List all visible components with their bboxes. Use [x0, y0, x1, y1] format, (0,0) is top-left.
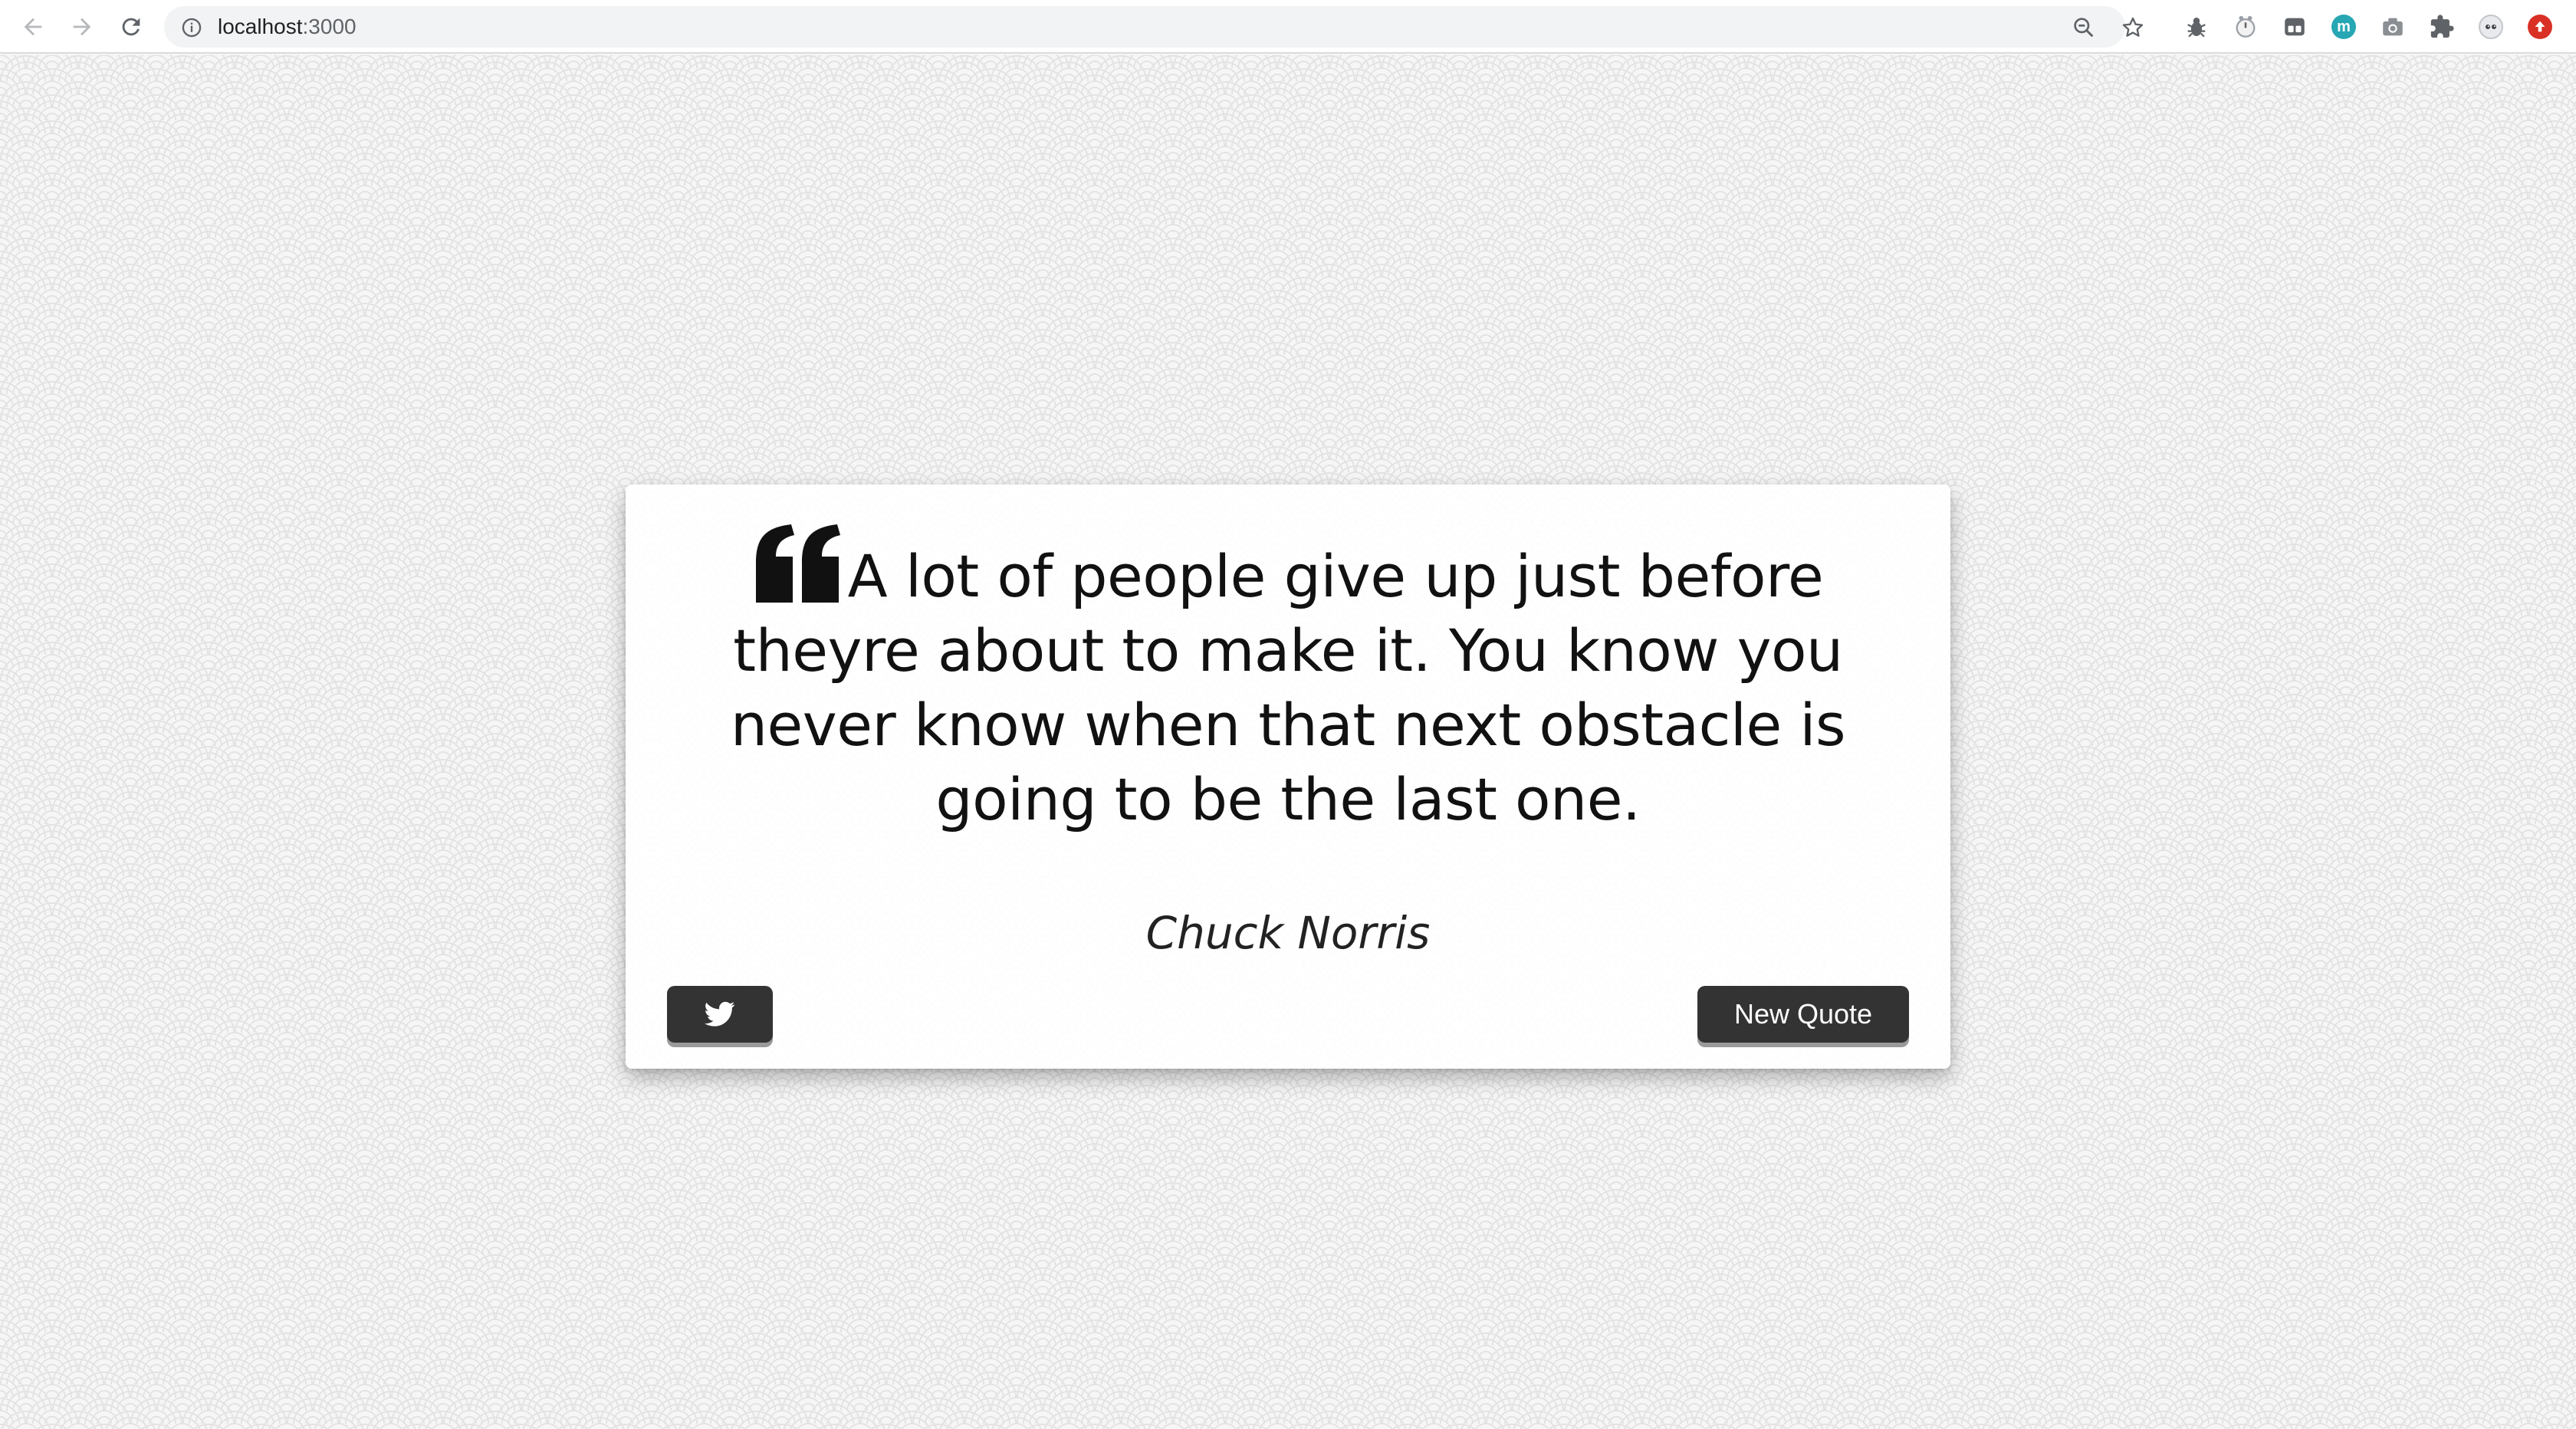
extensions-menu[interactable] [2426, 11, 2458, 43]
info-icon[interactable] [181, 17, 202, 38]
forward-button[interactable] [63, 8, 101, 46]
page-background: A lot of people give up just before they… [0, 55, 2576, 1429]
m-badge-icon: m [2331, 15, 2356, 39]
profile-button[interactable] [2475, 11, 2507, 43]
url-host: localhost [218, 15, 303, 38]
extension-m[interactable]: m [2328, 11, 2360, 43]
extension-timer[interactable] [2229, 11, 2262, 43]
reload-button[interactable] [112, 8, 150, 46]
quote-left-icon [755, 524, 840, 603]
reload-icon [122, 18, 140, 36]
zoom-icon[interactable] [2072, 15, 2096, 40]
quote-text-block: A lot of people give up just before they… [672, 523, 1904, 836]
browser-toolbar: localhost:3000 m [0, 0, 2576, 54]
new-quote-button[interactable]: New Quote [1697, 986, 1909, 1043]
tweet-button[interactable] [667, 986, 773, 1043]
arrow-right-icon [73, 18, 91, 36]
timer-icon [2236, 15, 2256, 38]
url-text: localhost:3000 [218, 16, 356, 38]
puzzle-icon [2430, 15, 2454, 38]
bookmark-star-icon[interactable] [2121, 15, 2145, 40]
url-port: :3000 [302, 15, 356, 38]
extension-camera[interactable] [2377, 11, 2409, 43]
quote-text: A lot of people give up just before they… [730, 542, 1846, 833]
back-button[interactable] [14, 8, 52, 46]
cards-icon [2285, 18, 2305, 36]
update-icon [2528, 15, 2552, 39]
update-button[interactable] [2524, 11, 2556, 43]
twitter-icon [705, 1001, 735, 1027]
bug-icon [2187, 17, 2206, 38]
quote-author: Chuck Norris [1145, 907, 1431, 959]
quote-box: A lot of people give up just before they… [626, 485, 1950, 1069]
address-bar[interactable]: localhost:3000 [164, 6, 2144, 48]
arrow-left-icon [24, 18, 42, 36]
extension-bug[interactable] [2180, 11, 2213, 43]
camera-icon [2383, 18, 2403, 36]
extension-cards[interactable] [2279, 11, 2311, 43]
profile-avatar-icon [2479, 15, 2503, 39]
